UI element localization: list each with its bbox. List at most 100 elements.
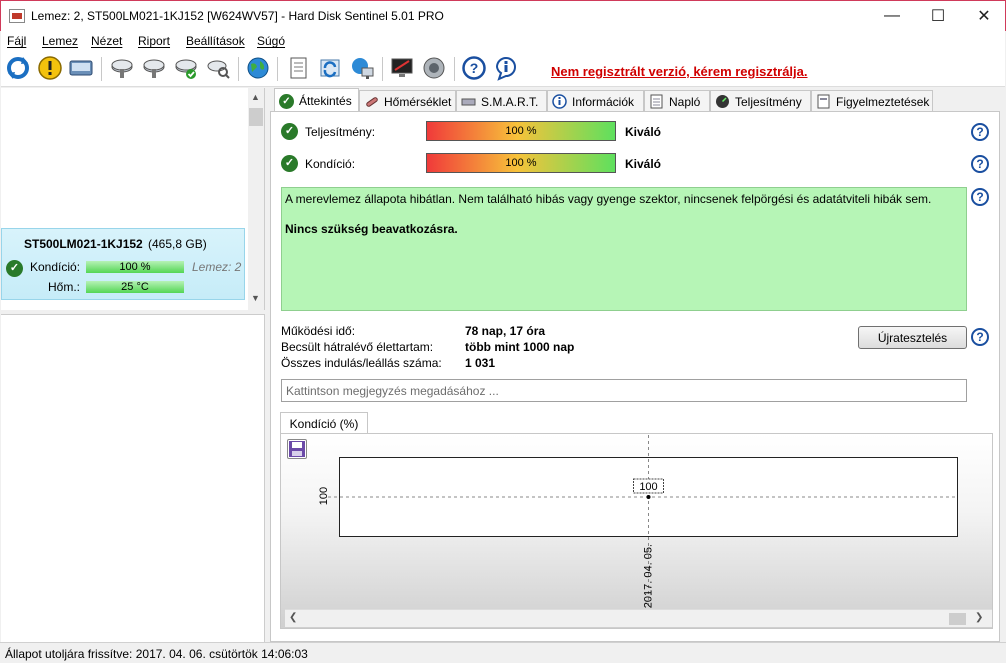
alert-icon [817,94,830,109]
menu-help[interactable]: Súgó [257,34,285,48]
disk-temp-bar: 25 °C [86,281,184,293]
report-icon[interactable] [285,55,311,81]
disk-condition-bar: 100 % [86,261,184,273]
scroll-up-icon[interactable]: ▲ [251,92,260,102]
chart-area: 100 100 2017. 04. 05. [280,433,993,629]
check-icon: ✓ [6,260,23,277]
sync-icon[interactable] [317,55,343,81]
tab-temperature[interactable]: Hőmérséklet [359,90,456,112]
info-icon [552,94,567,109]
disk-icon[interactable] [68,55,94,81]
close-icon[interactable]: ✕ [961,1,1006,31]
health-status-box: A merevlemez állapota hibátlan. Nem talá… [281,187,967,311]
register-link[interactable]: Nem regisztrált verzió, kérem regisztrál… [551,64,808,79]
gauge-icon [716,95,729,108]
speaker-icon[interactable] [421,55,447,81]
disk-tools-icon[interactable] [141,55,167,81]
scroll-down-icon[interactable]: ▼ [251,293,260,303]
disk-condition-label: Kondíció: [30,260,81,274]
chart-scrollbar[interactable]: ❮ ❯ [285,609,992,627]
starts-label: Összes indulás/leállás száma: [281,356,442,370]
disk-temp-label: Hőm.: [48,280,81,294]
menu-file[interactable]: Fájl [7,34,26,48]
tab-alerts[interactable]: Figyelmeztetések [811,90,933,112]
drive-icon [461,98,476,106]
menu-view[interactable]: Nézet [91,34,122,48]
menu-disk[interactable]: Lemez [42,34,78,48]
toolbar-separator [238,57,239,81]
help-icon[interactable]: ? [971,328,989,346]
scroll-left-icon[interactable]: ❮ [289,612,297,623]
scroll-thumb[interactable] [249,108,263,126]
chart-point [646,495,651,499]
tab-label: Figyelmeztetések [836,94,930,109]
monitor-icon[interactable] [389,55,415,81]
tab-performance[interactable]: Teljesítmény [710,90,811,112]
uptime-value: 78 nap, 17 óra [465,324,546,338]
toolbar-separator [101,57,102,81]
disk-ref: Lemez: 2 [192,260,242,274]
tab-log[interactable]: Napló [644,90,710,112]
help-icon[interactable]: ? [461,55,487,81]
maximize-icon[interactable]: ☐ [915,1,961,31]
scroll-right-icon[interactable]: ❯ [975,612,983,623]
condition-status: Kiváló [625,157,662,171]
disk-ok-icon[interactable] [173,55,199,81]
status-message: A merevlemez állapota hibátlan. Nem talá… [285,192,932,206]
status-bar: Állapot utoljára frissítve: 2017. 04. 06… [0,642,1006,663]
svg-text:100: 100 [639,481,657,493]
menu-settings[interactable]: Beállítások [186,34,245,48]
disk-search-icon[interactable] [205,55,231,81]
retest-button[interactable]: Újratesztelés [858,326,967,349]
chart-plot: 100 [328,435,958,618]
network-icon[interactable] [349,55,375,81]
app-icon [9,9,25,23]
menu-report[interactable]: Riport [138,34,170,48]
svg-text:?: ? [470,60,479,76]
tab-label: S.M.A.R.T. [481,94,539,109]
lifetime-label: Becsült hátralévő élettartam: [281,340,434,354]
disk-details-panel [1,314,265,642]
chart-svg: 100 [328,435,957,618]
disk-list-scrollbar[interactable]: ▲ ▼ [248,88,264,310]
globe-icon[interactable] [245,55,271,81]
title-bar: Lemez: 2, ST500LM021-1KJ152 [W624WV57] -… [0,0,1006,31]
condition-bar: 100 % [426,153,616,173]
tab-information[interactable]: Információk [547,90,644,112]
tab-overview[interactable]: ✓ Áttekintés [274,88,359,113]
performance-status: Kiváló [625,125,662,139]
refresh-icon[interactable] [5,55,31,81]
disk-size: (465,8 GB) [148,237,207,251]
toolbar-separator [277,57,278,81]
last-updated-text: Állapot utoljára frissítve: 2017. 04. 06… [5,647,308,661]
toolbar: ? Nem regisztrált verzió, kérem regisztr… [1,51,1005,87]
scroll-thumb[interactable] [949,613,966,625]
help-icon[interactable]: ? [971,188,989,206]
check-icon: ✓ [279,93,294,109]
toolbar-separator [454,57,455,81]
help-icon[interactable]: ? [971,123,989,141]
info-icon[interactable] [493,55,519,81]
note-input[interactable] [281,379,967,402]
chart-y-tick-label: 100 [318,487,330,505]
chart-tab-condition[interactable]: Kondíció (%) [280,412,368,434]
disk-tools-icon[interactable] [109,55,135,81]
tab-label: Áttekintés [299,94,352,108]
tab-label: Napló [669,94,701,109]
tab-label: Teljesítmény [735,94,802,109]
save-icon[interactable] [287,439,307,459]
warning-icon[interactable] [37,55,63,81]
help-icon[interactable]: ? [971,155,989,173]
minimize-icon[interactable]: — [869,1,915,31]
toolbar-separator [382,57,383,81]
lifetime-value: több mint 1000 nap [465,340,575,354]
window-title: Lemez: 2, ST500LM021-1KJ152 [W624WV57] -… [31,9,444,23]
menu-bar: Fájl Lemez Nézet Riport Beállítások Súgó [1,31,1005,51]
disk-name: ST500LM021-1KJ152 [24,237,143,251]
disk-card[interactable]: ST500LM021-1KJ152 (465,8 GB) ✓ Kondíció:… [1,228,245,300]
condition-label: Kondíció: [305,157,356,171]
tab-smart[interactable]: S.M.A.R.T. [456,90,547,112]
performance-label: Teljesítmény: [305,125,376,139]
starts-value: 1 031 [465,356,496,370]
check-icon: ✓ [281,155,298,172]
